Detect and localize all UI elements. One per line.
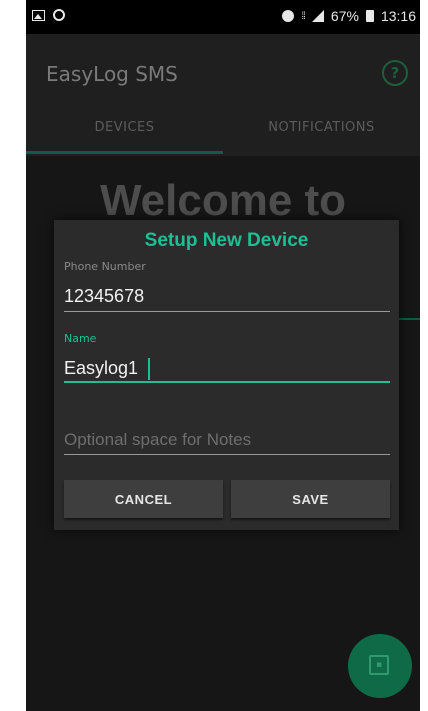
name-underline xyxy=(64,381,390,383)
tab-notifications[interactable]: NOTIFICATIONS xyxy=(223,120,420,135)
name-label: Name xyxy=(64,332,97,345)
signal-icon xyxy=(311,10,324,22)
save-button[interactable]: SAVE xyxy=(231,480,390,518)
cancel-button[interactable]: CANCEL xyxy=(64,480,223,518)
tab-devices[interactable]: DEVICES xyxy=(26,120,223,135)
text-cursor xyxy=(148,358,150,380)
setup-device-dialog: Setup New Device Phone Number Name CANCE… xyxy=(54,220,399,530)
status-bar: ⁞⁞ 67% 13:16 xyxy=(26,0,420,34)
battery-icon xyxy=(365,10,374,22)
vibrate-icon: ⁞⁞ xyxy=(301,10,305,22)
app-bar: EasyLog SMS ? DEVICES NOTIFICATIONS xyxy=(26,34,420,156)
tab-indicator xyxy=(26,151,223,154)
gallery-notification-icon xyxy=(32,9,45,21)
phone-number-underline xyxy=(64,311,390,312)
phone-screen: ⁞⁞ 67% 13:16 EasyLog SMS ? DEVICES NOTIF… xyxy=(26,0,420,711)
notes-input[interactable] xyxy=(64,428,390,452)
phone-number-input[interactable] xyxy=(64,284,390,308)
phone-number-label: Phone Number xyxy=(64,260,146,273)
dialog-title: Setup New Device xyxy=(144,230,309,251)
app-title: EasyLog SMS xyxy=(46,62,178,86)
add-device-icon: ▪ xyxy=(369,655,389,675)
welcome-heading: Welcome to xyxy=(99,176,347,225)
add-device-fab[interactable]: ▪ xyxy=(348,634,412,698)
clock: 13:16 xyxy=(380,8,416,24)
name-input[interactable] xyxy=(64,356,390,380)
sync-notification-icon xyxy=(53,9,65,21)
help-icon[interactable]: ? xyxy=(382,60,408,86)
notes-underline xyxy=(64,454,390,455)
alarm-icon xyxy=(282,10,295,22)
battery-percent: 67% xyxy=(330,8,359,24)
